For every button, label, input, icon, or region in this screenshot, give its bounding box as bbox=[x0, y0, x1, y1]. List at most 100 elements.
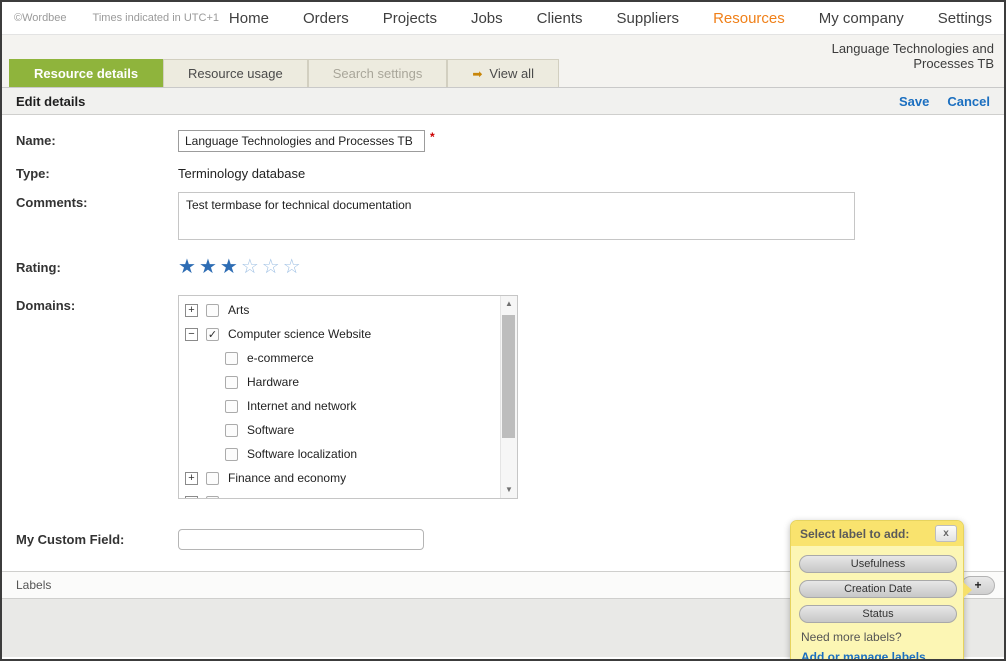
tab-strip: Resource details Resource usage Search set… bbox=[9, 59, 559, 87]
scrollbar-thumb[interactable] bbox=[502, 315, 515, 438]
top-bar: ©Wordbee Times indicated in UTC+1 Home Or… bbox=[2, 2, 1004, 35]
tab-label: Resource usage bbox=[188, 66, 283, 81]
domain-label: Software localization bbox=[247, 447, 357, 461]
name-label: Name: bbox=[16, 130, 178, 148]
popup-title: Select label to add: bbox=[800, 527, 909, 541]
domain-tree-row: e-commerce bbox=[179, 346, 500, 370]
rating-row: Rating: ★★★☆☆☆ bbox=[16, 257, 1004, 277]
popup-body: Usefulness Creation Date Status Need more … bbox=[791, 546, 963, 661]
checkbox-unchecked[interactable] bbox=[206, 496, 219, 500]
nav-item-settings[interactable]: Settings bbox=[938, 10, 992, 27]
tab-resource-details[interactable]: Resource details bbox=[9, 59, 163, 87]
expand-icon[interactable]: + bbox=[185, 304, 198, 317]
required-marker: * bbox=[430, 130, 435, 144]
label-option-status[interactable]: Status bbox=[799, 605, 957, 623]
star-empty-icon[interactable]: ☆ bbox=[283, 257, 301, 277]
manage-labels-link[interactable]: Add or manage labels bbox=[801, 650, 926, 661]
domain-tree-row: Software bbox=[179, 418, 500, 442]
brand-label: ©Wordbee bbox=[14, 12, 67, 24]
tab-label: Resource details bbox=[34, 66, 138, 81]
rating-label: Rating: bbox=[16, 257, 178, 275]
label-option-usefulness[interactable]: Usefulness bbox=[799, 555, 957, 573]
label-options: Usefulness Creation Date Status bbox=[799, 555, 955, 623]
star-filled-icon[interactable]: ★ bbox=[178, 257, 196, 277]
domain-label: Computer science Website bbox=[228, 327, 371, 341]
nav-item-orders[interactable]: Orders bbox=[303, 10, 349, 27]
wordbee-app-window: ©Wordbee Times indicated in UTC+1 Home Or… bbox=[0, 0, 1006, 661]
nav-item-jobs[interactable]: Jobs bbox=[471, 10, 503, 27]
main-navigation: Home Orders Projects Jobs Clients Suppliers Re… bbox=[229, 10, 992, 27]
domains-tree-box: + Arts −✓ Computer science Website e-commerc… bbox=[178, 295, 518, 499]
domain-tree-row: −✓ Computer science Website bbox=[179, 322, 500, 346]
expand-icon[interactable]: + bbox=[185, 472, 198, 485]
popup-header: Select label to add: x bbox=[791, 521, 963, 546]
checkbox-unchecked[interactable] bbox=[225, 376, 238, 389]
collapse-icon[interactable]: − bbox=[185, 328, 198, 341]
nav-item-my-company[interactable]: My company bbox=[819, 10, 904, 27]
type-value: Terminology database bbox=[178, 163, 305, 181]
tab-band: Resource details Resource usage Search set… bbox=[2, 35, 1004, 88]
tab-search-settings[interactable]: Search settings bbox=[308, 59, 448, 87]
checkbox-unchecked[interactable] bbox=[206, 304, 219, 317]
domain-label: Finance and economy bbox=[228, 471, 346, 485]
custom-field-input[interactable] bbox=[178, 529, 424, 550]
custom-field-label: My Custom Field: bbox=[16, 529, 178, 547]
domain-tree-row: + Arts bbox=[179, 298, 500, 322]
tab-view-all[interactable]: ➡ View all bbox=[447, 59, 559, 87]
domain-tree-row: Internet and network bbox=[179, 394, 500, 418]
domain-tree-row: Software localization bbox=[179, 442, 500, 466]
scroll-up-icon[interactable]: ▲ bbox=[501, 296, 517, 312]
arrow-right-icon: ➡ bbox=[472, 68, 482, 80]
edit-toolbar: Edit details Save Cancel bbox=[2, 88, 1004, 115]
nav-item-suppliers[interactable]: Suppliers bbox=[617, 10, 680, 27]
popup-pointer-icon bbox=[963, 582, 972, 598]
close-icon[interactable]: x bbox=[935, 525, 957, 542]
star-empty-icon[interactable]: ☆ bbox=[262, 257, 280, 277]
domain-tree-row: + bbox=[179, 490, 500, 499]
star-filled-icon[interactable]: ★ bbox=[220, 257, 238, 277]
labels-title: Labels bbox=[16, 578, 51, 592]
save-button[interactable]: Save bbox=[899, 94, 929, 109]
nav-item-clients[interactable]: Clients bbox=[537, 10, 583, 27]
domain-tree-row: + Finance and economy bbox=[179, 466, 500, 490]
checkbox-unchecked[interactable] bbox=[225, 400, 238, 413]
domain-label: Software bbox=[247, 423, 294, 437]
checkbox-unchecked[interactable] bbox=[225, 424, 238, 437]
need-more-text: Need more labels? bbox=[801, 630, 955, 644]
nav-item-projects[interactable]: Projects bbox=[383, 10, 437, 27]
checkbox-unchecked[interactable] bbox=[225, 352, 238, 365]
page-title: Edit details bbox=[16, 94, 85, 109]
select-label-popup: Select label to add: x Usefulness Creatio… bbox=[790, 520, 964, 661]
tab-resource-usage[interactable]: Resource usage bbox=[163, 59, 308, 87]
checkbox-unchecked[interactable] bbox=[206, 472, 219, 485]
nav-item-home[interactable]: Home bbox=[229, 10, 269, 27]
type-label: Type: bbox=[16, 163, 178, 181]
star-filled-icon[interactable]: ★ bbox=[199, 257, 217, 277]
comments-textarea[interactable]: Test termbase for technical documentatio… bbox=[178, 192, 855, 240]
name-row: Name: * bbox=[16, 130, 1004, 152]
checkbox-checked[interactable]: ✓ bbox=[206, 328, 219, 341]
domain-tree-row: Hardware bbox=[179, 370, 500, 394]
domains-scrollbar[interactable]: ▲ ▼ bbox=[500, 296, 517, 498]
domains-row: Domains: + Arts −✓ Computer science Website… bbox=[16, 295, 1004, 499]
label-option-creation-date[interactable]: Creation Date bbox=[799, 580, 957, 598]
domain-label: Hardware bbox=[247, 375, 299, 389]
name-input[interactable] bbox=[178, 130, 425, 152]
comments-label: Comments: bbox=[16, 192, 178, 210]
scroll-down-icon[interactable]: ▼ bbox=[501, 482, 517, 498]
domain-label: Arts bbox=[228, 303, 249, 317]
checkbox-unchecked[interactable] bbox=[225, 448, 238, 461]
expand-icon[interactable]: + bbox=[185, 496, 198, 500]
timezone-note: Times indicated in UTC+1 bbox=[93, 12, 219, 24]
domains-label: Domains: bbox=[16, 295, 178, 313]
tab-label: View all bbox=[489, 66, 534, 81]
tab-label: Search settings bbox=[333, 66, 423, 81]
nav-item-resources[interactable]: Resources bbox=[713, 10, 785, 27]
domain-label: e-commerce bbox=[247, 351, 314, 365]
star-empty-icon[interactable]: ☆ bbox=[241, 257, 259, 277]
cancel-button[interactable]: Cancel bbox=[947, 94, 990, 109]
resource-title: Language Technologies and Processes TB bbox=[779, 41, 994, 71]
edit-form: Name: * Type: Terminology database Comme… bbox=[2, 130, 1004, 550]
type-row: Type: Terminology database bbox=[16, 163, 1004, 181]
domain-label: Internet and network bbox=[247, 399, 356, 413]
